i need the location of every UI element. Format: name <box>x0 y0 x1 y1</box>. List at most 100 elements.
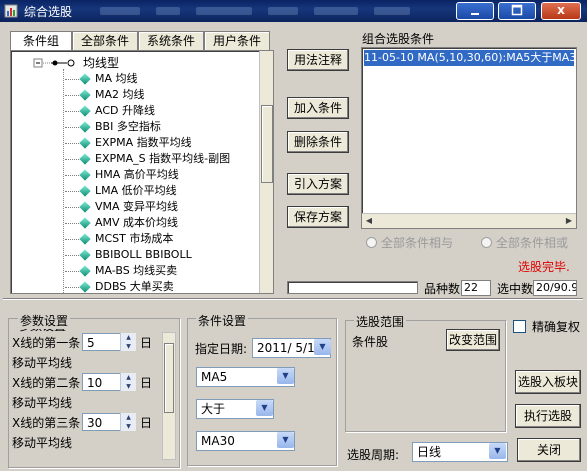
spin-down-icon[interactable]: ▼ <box>121 342 136 351</box>
add-condition-button[interactable]: 加入条件 <box>287 97 349 119</box>
tree-scrollbar[interactable] <box>259 51 273 293</box>
tree-item[interactable]: BBI 多空指标 <box>65 119 161 135</box>
tree-root-label: 均线型 <box>83 56 120 70</box>
indicator-icon <box>79 169 91 181</box>
tree-root-node[interactable]: 均线型 <box>33 55 119 71</box>
window-title: 综合选股 <box>24 5 73 19</box>
indicator-icon <box>79 233 91 245</box>
chevron-down-icon[interactable]: ▼ <box>277 432 294 448</box>
tree-guide-line <box>63 69 64 293</box>
spin-down-icon[interactable]: ▼ <box>121 382 136 391</box>
maximize-icon <box>511 4 523 16</box>
section-divider <box>3 298 583 300</box>
app-icon <box>4 4 18 18</box>
spin-up-icon[interactable]: ▲ <box>121 413 136 422</box>
indicator-icon <box>79 153 91 165</box>
range-title: 选股范围 <box>354 313 407 330</box>
minimize-icon <box>471 13 479 15</box>
indicator-icon <box>79 121 91 133</box>
chevron-down-icon[interactable]: ▼ <box>314 339 331 355</box>
radio-all-or[interactable]: 全部条件相或 <box>481 234 568 251</box>
tree-item[interactable]: VMA 变异平均线 <box>65 199 178 215</box>
tree-item[interactable]: LMA 低价平均线 <box>65 183 177 199</box>
indicator-icon <box>79 265 91 277</box>
params-scrollbar-thumb[interactable] <box>164 343 174 413</box>
param-label-1: X线的第一条 <box>12 336 81 350</box>
param-unit-2: 日 <box>140 376 153 390</box>
param-label-3: X线的第三条 <box>12 416 81 430</box>
radio-all-and[interactable]: 全部条件相与 <box>366 234 453 251</box>
tree-item[interactable]: MA-BS 均线买卖 <box>65 263 177 279</box>
combo-conditions-title: 组合选股条件 <box>362 32 435 46</box>
tab-system-conditions[interactable]: 系统条件 <box>138 31 204 50</box>
exact-restore-checkbox[interactable]: 精确复权 <box>513 318 580 335</box>
param-unit-3: 日 <box>140 416 153 430</box>
tree-item[interactable]: ACD 升降线 <box>65 103 155 119</box>
maximize-button[interactable] <box>498 2 536 20</box>
chevron-down-icon[interactable]: ▼ <box>277 368 294 384</box>
param-spinner-2[interactable]: ▲ ▼ <box>120 373 136 391</box>
tree-item[interactable]: MA2 均线 <box>65 87 145 103</box>
change-range-button[interactable]: 改变范围 <box>446 329 500 351</box>
period-label: 选股周期: <box>347 448 400 462</box>
tab-all-conditions[interactable]: 全部条件 <box>72 31 138 50</box>
spin-down-icon[interactable]: ▼ <box>121 422 136 431</box>
tree-item[interactable]: DDBS 大单买卖 <box>65 279 174 293</box>
close-icon: x <box>557 3 565 17</box>
close-window-button[interactable]: x <box>541 2 581 20</box>
total-count-value: 22 <box>461 280 491 296</box>
save-scheme-button[interactable]: 保存方案 <box>287 206 349 228</box>
indicator-icon <box>79 201 91 213</box>
tree-item[interactable]: BBIBOLL BBIBOLL <box>65 247 192 263</box>
conditions-title: 条件设置 <box>196 312 249 329</box>
param-spinner-1[interactable]: ▲ ▼ <box>120 333 136 351</box>
indicator-icon <box>79 137 91 149</box>
tab-user-conditions[interactable]: 用户条件 <box>204 31 270 50</box>
indicator-icon <box>79 249 91 261</box>
tab-condition-group[interactable]: 条件组 <box>10 31 72 50</box>
indicator-icon <box>79 281 91 293</box>
tree-item[interactable]: MA 均线 <box>65 71 138 87</box>
scroll-left-icon[interactable]: ◀ <box>362 214 376 228</box>
indicator-icon <box>79 105 91 117</box>
status-text: 选股完毕. <box>518 260 570 274</box>
params-scrollbar[interactable] <box>162 332 176 460</box>
indicator-icon <box>79 217 91 229</box>
close-button[interactable]: 关闭 <box>517 438 581 462</box>
date-label: 指定日期: <box>195 342 248 356</box>
selected-count-label: 选中数 <box>497 282 534 296</box>
tree-item[interactable]: EXPMA_S 指数平均线-副图 <box>65 151 230 167</box>
tree-item[interactable]: HMA 高价平均线 <box>65 167 179 183</box>
minimize-button[interactable] <box>456 2 494 20</box>
spin-up-icon[interactable]: ▲ <box>121 373 136 382</box>
tree-item[interactable]: EXPMA 指数平均线 <box>65 135 192 151</box>
select-to-block-button[interactable]: 选股入板块 <box>515 370 581 394</box>
indicator-tree[interactable]: 均线型 MA 均线 MA2 均线 ACD 升降线 BBI 多空指标 EXPMA … <box>10 50 274 294</box>
delete-condition-button[interactable]: 删除条件 <box>287 131 349 153</box>
spin-up-icon[interactable]: ▲ <box>121 333 136 342</box>
title-background-ticker <box>100 3 440 19</box>
indicator-icon <box>79 89 91 101</box>
chevron-down-icon[interactable]: ▼ <box>256 400 273 416</box>
combo-condition-item[interactable]: 11-05-10 MA(5,10,30,60):MA5大于MA30 <box>364 50 574 66</box>
radio-circle-icon <box>366 237 377 248</box>
title-bar[interactable]: 综合选股 x <box>0 0 587 22</box>
usage-notes-button[interactable]: 用法注释 <box>287 49 349 71</box>
param-desc-2: 移动平均线 <box>12 396 73 410</box>
params-title-label: 参数设置 <box>18 312 71 329</box>
tree-item[interactable]: AMV 成本价均线 <box>65 215 178 231</box>
import-scheme-button[interactable]: 引入方案 <box>287 173 349 195</box>
scroll-right-icon[interactable]: ▶ <box>562 214 576 228</box>
tree-connector-icon <box>33 58 75 68</box>
progress-bar <box>287 281 418 294</box>
indicator-icon <box>79 185 91 197</box>
tree-scrollbar-thumb[interactable] <box>261 105 273 183</box>
combo-conditions-list[interactable]: 11-05-10 MA(5,10,30,60):MA5大于MA30 ◀ ▶ <box>361 47 577 229</box>
list-hscrollbar[interactable]: ◀ ▶ <box>362 213 576 228</box>
chevron-down-icon[interactable]: ▼ <box>489 443 506 459</box>
tree-item[interactable]: MCST 市场成本 <box>65 231 173 247</box>
param-spinner-3[interactable]: ▲ ▼ <box>120 413 136 431</box>
radio-circle-icon <box>481 237 492 248</box>
param-unit-1: 日 <box>140 336 153 350</box>
execute-selection-button[interactable]: 执行选股 <box>515 404 581 428</box>
